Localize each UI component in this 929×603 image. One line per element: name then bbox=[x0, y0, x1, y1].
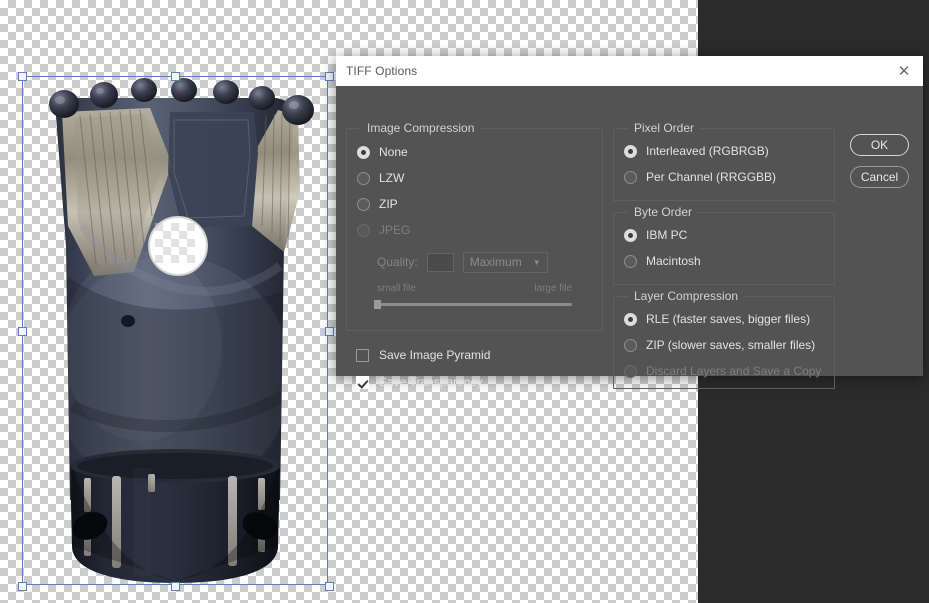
radio-indicator bbox=[357, 171, 370, 185]
radio-label: Discard Layers and Save a Copy bbox=[646, 364, 822, 378]
layer-compression-group: Layer Compression RLE (faster saves, big… bbox=[613, 289, 835, 389]
pixel-order-legend: Pixel Order bbox=[628, 121, 701, 135]
radio-label: ZIP (slower saves, smaller files) bbox=[646, 338, 816, 352]
close-icon[interactable]: ✕ bbox=[891, 58, 917, 84]
radio-label: IBM PC bbox=[646, 228, 688, 242]
checkbox-save-transparency[interactable]: Save Transparency bbox=[356, 371, 490, 393]
pixel-order-group: Pixel Order Interleaved (RGBRGB) Per Cha… bbox=[613, 121, 835, 201]
dialog-titlebar[interactable]: TIFF Options ✕ bbox=[336, 56, 923, 86]
chevron-down-icon: ▼ bbox=[532, 257, 541, 267]
radio-indicator bbox=[357, 223, 370, 237]
drill-bit-photo bbox=[22, 76, 328, 585]
radio-pixel-interleaved[interactable]: Interleaved (RGBRGB) bbox=[624, 140, 834, 162]
checkbox-label: Save Transparency bbox=[379, 375, 483, 389]
checkbox-indicator bbox=[356, 348, 369, 362]
quality-preset-select: Maximum ▼ bbox=[462, 251, 548, 273]
radio-label: LZW bbox=[379, 171, 405, 185]
quality-slider bbox=[374, 300, 572, 309]
checkbox-label: Save Image Pyramid bbox=[379, 348, 491, 362]
radio-layer-discard: Discard Layers and Save a Copy bbox=[624, 360, 834, 382]
radio-indicator bbox=[624, 312, 637, 326]
radio-label: RLE (faster saves, bigger files) bbox=[646, 312, 811, 326]
radio-label: Interleaved (RGBRGB) bbox=[646, 144, 769, 158]
radio-indicator bbox=[624, 364, 637, 378]
quality-input bbox=[426, 252, 454, 272]
radio-compression-zip[interactable]: ZIP bbox=[357, 193, 602, 215]
radio-compression-lzw[interactable]: LZW bbox=[357, 167, 602, 189]
radio-byte-ibm-pc[interactable]: IBM PC bbox=[624, 224, 834, 246]
slider-min-label: small file bbox=[377, 283, 416, 294]
radio-indicator bbox=[357, 197, 370, 211]
quality-preset-value: Maximum bbox=[469, 255, 522, 269]
radio-compression-none[interactable]: None bbox=[357, 141, 602, 163]
radio-indicator bbox=[624, 144, 637, 158]
radio-indicator bbox=[357, 145, 370, 159]
quality-slider-knob bbox=[374, 300, 381, 309]
tiff-options-dialog: TIFF Options ✕ Image Compression None LZ… bbox=[336, 56, 923, 389]
radio-byte-macintosh[interactable]: Macintosh bbox=[624, 250, 834, 272]
radio-label: Per Channel (RRGGBB) bbox=[646, 170, 777, 184]
byte-order-legend: Byte Order bbox=[628, 205, 699, 219]
cancel-button[interactable]: Cancel bbox=[850, 166, 909, 188]
radio-indicator bbox=[624, 254, 637, 268]
radio-pixel-per-channel[interactable]: Per Channel (RRGGBB) bbox=[624, 166, 834, 188]
radio-indicator bbox=[624, 338, 637, 352]
radio-indicator bbox=[624, 170, 637, 184]
image-compression-legend: Image Compression bbox=[361, 121, 481, 135]
byte-order-group: Byte Order IBM PC Macintosh bbox=[613, 205, 835, 285]
dialog-title: TIFF Options bbox=[346, 64, 418, 78]
app-root: TIFF Options ✕ Image Compression None LZ… bbox=[0, 0, 929, 603]
ok-button[interactable]: OK bbox=[850, 134, 909, 156]
checkbox-save-image-pyramid[interactable]: Save Image Pyramid bbox=[356, 344, 490, 366]
slider-range-labels: small file large file bbox=[377, 283, 572, 294]
quality-row: Quality: Maximum ▼ bbox=[377, 250, 602, 274]
radio-layer-rle[interactable]: RLE (faster saves, bigger files) bbox=[624, 308, 834, 330]
dialog-body: Image Compression None LZW ZIP JPEG Qual… bbox=[336, 86, 923, 389]
radio-layer-zip[interactable]: ZIP (slower saves, smaller files) bbox=[624, 334, 834, 356]
radio-label: Macintosh bbox=[646, 254, 701, 268]
image-compression-group: Image Compression None LZW ZIP JPEG Qual… bbox=[346, 121, 603, 331]
slider-max-label: large file bbox=[534, 283, 572, 294]
radio-indicator bbox=[624, 228, 637, 242]
radio-label: ZIP bbox=[379, 197, 398, 211]
radio-label: JPEG bbox=[379, 223, 411, 237]
radio-compression-jpeg: JPEG bbox=[357, 219, 602, 241]
layer-compression-legend: Layer Compression bbox=[628, 289, 745, 303]
save-options-list: Save Image Pyramid Save Transparency bbox=[356, 344, 490, 393]
quality-label: Quality: bbox=[377, 255, 418, 269]
checkbox-indicator bbox=[356, 375, 369, 389]
radio-label: None bbox=[379, 145, 408, 159]
